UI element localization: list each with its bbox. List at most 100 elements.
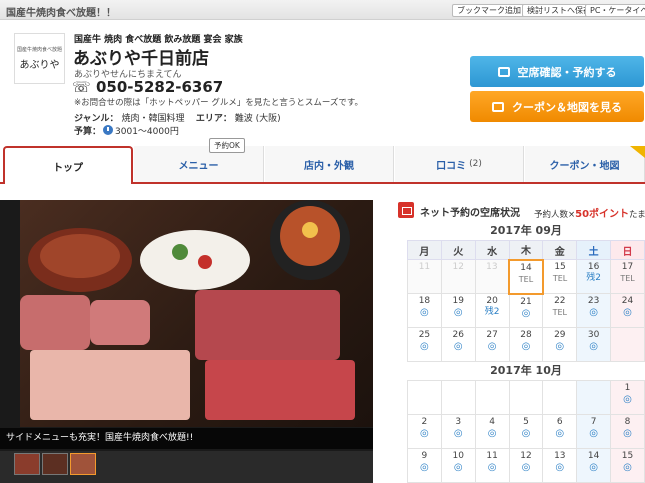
calendar-day[interactable]: 14 ◎	[576, 448, 612, 483]
availability-status: ◎	[487, 428, 497, 439]
coupon-map-button[interactable]: クーポン＆地図を見る	[470, 91, 644, 122]
calendar-day[interactable]: 21 ◎	[508, 293, 544, 328]
calendar-day[interactable]: 27 ◎	[474, 327, 510, 362]
calendar-day	[474, 380, 510, 415]
calendar-day[interactable]: 1 ◎	[610, 380, 645, 415]
day-number: 22	[554, 296, 566, 306]
budget-row: 予算： 3001～4000円	[74, 125, 179, 137]
calendar-day[interactable]: 26 ◎	[440, 327, 476, 362]
calendar-day	[508, 380, 544, 415]
day-number: 3	[455, 417, 462, 427]
calendar-day[interactable]: 3 ◎	[440, 414, 476, 449]
weekday-header: 土	[576, 240, 612, 260]
calendar-table: 1 ◎ 2 ◎ 3 ◎ 4 ◎ 5 ◎ 6 ◎ 7 ◎ 8 ◎ 9 ◎ 10 ◎ 11 ◎ 12 ◎ 13 ◎ 14 ◎ 15 ◎	[407, 380, 645, 483]
phone-number[interactable]: ☏ 050-5282-6367	[72, 78, 223, 96]
reserve-button[interactable]: 空席確認・予約する	[470, 56, 644, 87]
calendar-day[interactable]: 16 残2	[576, 259, 612, 294]
bookmark-button[interactable]: ブックマーク追加	[452, 4, 526, 17]
day-number: 16	[587, 262, 600, 272]
tab-top[interactable]: トップ	[3, 146, 133, 184]
availability-status: ◎	[589, 307, 598, 318]
availability-status: ◎	[487, 462, 497, 473]
availability-status: ◎	[555, 341, 565, 352]
calendar-day[interactable]: 20 残2	[474, 293, 510, 328]
tab-interior[interactable]: 店内・外観	[265, 146, 394, 182]
calendar-day[interactable]: 11 ◎	[474, 448, 510, 483]
send-button[interactable]: PC・ケータイへ送る	[585, 4, 645, 17]
thumbnail-2[interactable]	[42, 453, 68, 475]
availability-status: 残2	[586, 273, 601, 283]
shop-logo: 国産牛焼肉食べ放題 あぶりや	[14, 33, 65, 84]
calendar-month-title: 2017年 09月	[490, 224, 562, 237]
genre-area-row: ジャンル： 焼肉・韓国料理 エリア： 難波 (大阪)	[74, 114, 281, 124]
day-number: 17	[621, 262, 634, 272]
calendar-day[interactable]: 15 TEL	[542, 259, 578, 294]
calendar-day[interactable]: 2 ◎	[407, 414, 442, 449]
day-number: 24	[621, 296, 634, 306]
calendar-day[interactable]: 28 ◎	[508, 327, 544, 362]
calendar-day[interactable]: 17 TEL	[610, 259, 645, 294]
day-number: 11	[418, 262, 431, 272]
weekday-header: 金	[542, 240, 578, 260]
calendar-day[interactable]: 10 ◎	[440, 448, 476, 483]
day-number: 19	[452, 296, 464, 306]
day-number: 10	[452, 451, 464, 461]
tab-reviews[interactable]: 口コミ (2)	[395, 146, 524, 182]
availability-status: ◎	[420, 307, 429, 318]
contact-note: ※お問合せの際は「ホットペッパー グルメ」を見たと言うとスムーズです。	[74, 98, 364, 108]
calendar-day[interactable]: 14 TEL	[508, 258, 544, 295]
day-number: 15	[554, 262, 566, 272]
availability-status: ◎	[453, 428, 463, 439]
calendar-day: 13	[474, 259, 510, 294]
calendar-day[interactable]: 9 ◎	[407, 448, 442, 483]
calendar-day[interactable]: 24 ◎	[610, 293, 645, 328]
calendar-day[interactable]: 6 ◎	[542, 414, 578, 449]
availability-status: ◎	[521, 428, 531, 439]
calendar-day[interactable]: 15 ◎	[610, 448, 645, 483]
shop-header: 国産牛焼肉食べ放題 あぶりや 国産牛 焼肉 食べ放題 飲み放題 宴会 家族 あぶ…	[0, 21, 645, 145]
day-number: 7	[590, 417, 597, 427]
day-number: 5	[523, 417, 529, 427]
availability-status: ◎	[521, 341, 531, 352]
calendar-day[interactable]: 18 ◎	[407, 293, 442, 328]
availability-header: ネット予約の空席状況 予約人数×50ポイントたまる	[396, 200, 645, 222]
availability-status: ◎	[555, 428, 565, 439]
calendar-day	[440, 380, 476, 415]
day-number: 4	[489, 417, 495, 427]
calendar-day[interactable]: 5 ◎	[508, 414, 544, 449]
day-number: 30	[587, 330, 600, 340]
availability-title: ネット予約の空席状況	[420, 208, 520, 219]
day-number: 2	[421, 417, 428, 427]
calendar-day[interactable]: 25 ◎	[407, 327, 442, 362]
calendar-day[interactable]: 22 TEL	[542, 293, 578, 328]
calendar-day[interactable]: 30 ◎	[576, 327, 612, 362]
availability-status: ◎	[453, 462, 463, 473]
day-number: 12	[520, 451, 532, 461]
calendar-day[interactable]: 13 ◎	[542, 448, 578, 483]
ticket-icon	[492, 101, 504, 112]
photo-caption: サイドメニューも充実！国産牛焼肉食べ放題!!	[0, 428, 373, 449]
day-number: 25	[418, 330, 431, 340]
thumbnail-1[interactable]	[14, 453, 40, 475]
main-photo	[20, 200, 373, 427]
day-number: 26	[452, 330, 464, 340]
calendar-day[interactable]: 12 ◎	[508, 448, 544, 483]
weekday-header: 水	[474, 240, 510, 260]
day-number: 13	[486, 262, 498, 272]
calendar-day[interactable]: 7 ◎	[576, 414, 612, 449]
calendar-day[interactable]: 4 ◎	[474, 414, 510, 449]
calendar-day[interactable]: 23 ◎	[576, 293, 612, 328]
availability-status: ◎	[521, 307, 531, 319]
day-number: 28	[520, 330, 532, 340]
weekday-header: 火	[440, 240, 476, 260]
day-number: 11	[486, 451, 498, 461]
day-number: 14	[587, 451, 600, 461]
tab-coupon-map[interactable]: クーポン・地図	[525, 146, 645, 182]
availability-status: ◎	[623, 428, 632, 439]
points-note: 予約人数×50ポイントたまる	[534, 209, 645, 220]
calendar-day[interactable]: 19 ◎	[440, 293, 476, 328]
calendar-day[interactable]: 29 ◎	[542, 327, 578, 362]
calendar-day[interactable]: 8 ◎	[610, 414, 645, 449]
thumbnail-3[interactable]	[70, 453, 96, 475]
availability-status: 残2	[484, 307, 500, 317]
